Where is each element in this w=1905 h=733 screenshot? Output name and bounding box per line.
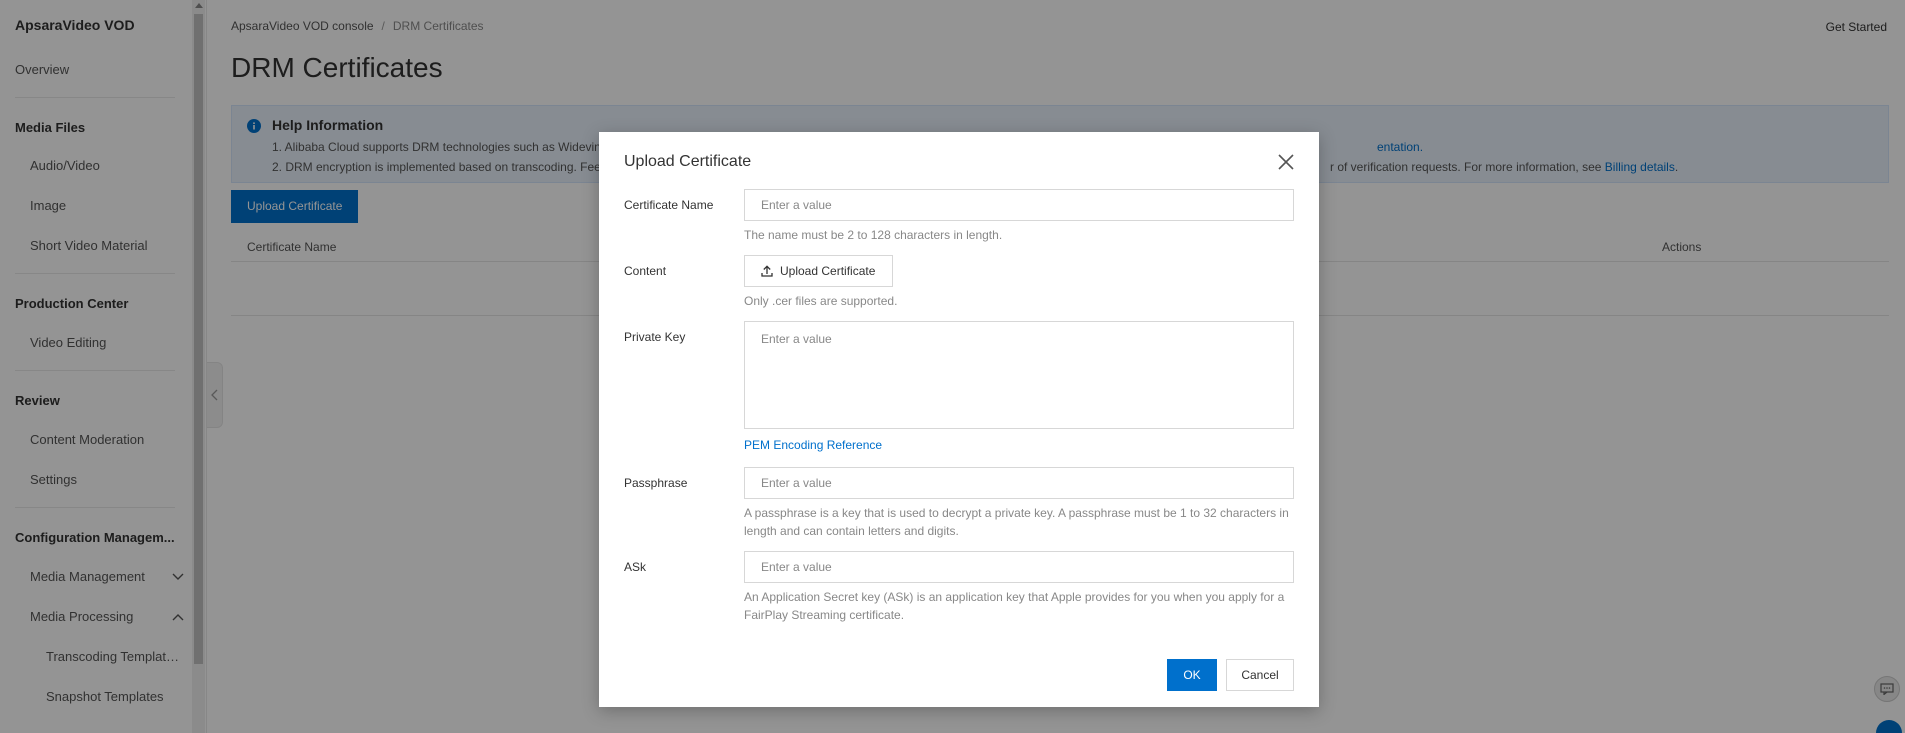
upload-button-label: Upload Certificate [780,264,876,278]
upload-icon [761,265,773,277]
content-label: Content [624,264,667,278]
certificate-name-label: Certificate Name [624,198,714,212]
upload-certificate-file-button[interactable]: Upload Certificate [744,255,893,287]
pem-encoding-reference-link[interactable]: PEM Encoding Reference [744,438,882,452]
certificate-name-help: The name must be 2 to 128 characters in … [744,228,1003,242]
certificate-name-input[interactable] [744,189,1294,221]
cancel-button[interactable]: Cancel [1226,659,1294,691]
passphrase-input[interactable] [744,467,1294,499]
private-key-textarea[interactable] [744,321,1294,429]
passphrase-help: A passphrase is a key that is used to de… [744,506,1289,538]
dialog-title: Upload Certificate [624,153,752,170]
private-key-label: Private Key [624,330,686,344]
content-help: Only .cer files are supported. [744,294,898,308]
close-icon[interactable] [1277,153,1295,171]
upload-certificate-dialog: Upload Certificate Certificate Name The … [599,132,1319,707]
ask-help: An Application Secret key (ASk) is an ap… [744,590,1285,622]
ask-input[interactable] [744,551,1294,583]
ask-label: ASk [624,560,647,574]
ok-button[interactable]: OK [1167,659,1217,691]
passphrase-label: Passphrase [624,476,688,490]
